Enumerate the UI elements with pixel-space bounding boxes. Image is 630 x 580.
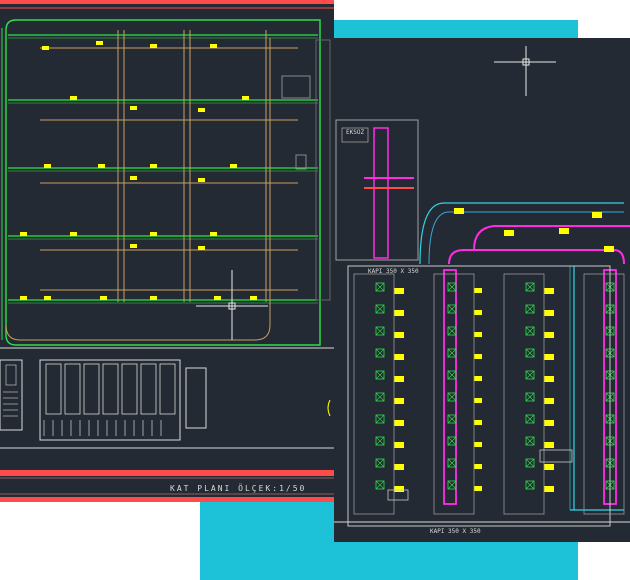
diffuser-tag (474, 354, 482, 359)
red-title-band-bottom (0, 497, 334, 502)
air-diffuser-tag (42, 46, 49, 50)
diffuser-tag (454, 208, 464, 214)
diffuser-tag (544, 398, 554, 404)
diffuser-tag (544, 420, 554, 426)
air-diffuser-tag (20, 296, 27, 300)
diffuser-tag (544, 376, 554, 382)
left-floor-plan-drawing (0, 0, 334, 502)
air-diffuser-tag (130, 244, 137, 248)
air-diffuser-tag (96, 41, 103, 45)
air-diffuser-tag (150, 232, 157, 236)
diffuser-tag (544, 442, 554, 448)
tan-duct-loop (5, 38, 271, 341)
diffuser-tag (394, 288, 404, 294)
legend-stamp (5, 364, 17, 386)
diffuser-tag (544, 332, 554, 338)
diffuser-tag (474, 420, 482, 425)
diffuser-tag (559, 228, 569, 234)
air-diffuser-tag (100, 296, 107, 300)
air-diffuser-tag (210, 44, 217, 48)
right-floor-plan-panel[interactable]: EKSOZ KAPI 350 X 350 KAPI 350 X 350 (334, 38, 630, 542)
diffuser-tag (544, 486, 554, 492)
left-floor-plan-panel[interactable]: KAT PLANI ÖLÇEK:1/50 (0, 0, 334, 502)
air-diffuser-tag (130, 176, 137, 180)
diffuser-tag (394, 486, 404, 492)
diffuser-tag (604, 246, 614, 252)
diffuser-tag (394, 310, 404, 316)
air-diffuser-tag (150, 164, 157, 168)
legend-box (0, 359, 23, 431)
diffuser-tag (394, 464, 404, 470)
locker-cell (83, 363, 100, 415)
diffuser-tag (474, 310, 482, 315)
air-diffuser-tag (198, 246, 205, 250)
diffuser-tag (592, 212, 602, 218)
air-diffuser-tag (70, 232, 77, 236)
desk (539, 449, 573, 463)
diffuser-tag (394, 376, 404, 382)
air-diffuser-tag (44, 164, 51, 168)
air-diffuser-tag (230, 164, 237, 168)
air-diffuser-tag (242, 96, 249, 100)
right-wall (315, 39, 331, 301)
diffuser-tag (474, 486, 482, 491)
room-label-eksoz: EKSOZ (346, 129, 365, 136)
right-floor-plan-drawing (334, 46, 630, 527)
locker-cell (159, 363, 176, 415)
top-red-band (0, 0, 334, 4)
diffuser-tag (474, 288, 482, 293)
air-diffuser-tag (198, 108, 205, 112)
locker-cell (64, 363, 81, 415)
room-label-kapi-bottom: KAPI 350 X 350 (430, 528, 481, 535)
diffuser-tag (394, 354, 404, 360)
diffuser-tag (504, 230, 514, 236)
diffuser-tag (474, 376, 482, 381)
locker-cell (121, 363, 138, 415)
bay-wall (353, 273, 395, 515)
diffuser-tag (394, 442, 404, 448)
air-diffuser-tag (44, 296, 51, 300)
air-diffuser-tag (150, 44, 157, 48)
room-label-kapi-left: KAPI 350 X 350 (368, 268, 419, 275)
air-diffuser-tag (150, 296, 157, 300)
diffuser-tag (474, 464, 482, 469)
diffuser-tag (394, 332, 404, 338)
diffuser-tag (544, 464, 554, 470)
air-diffuser-tag (130, 106, 137, 110)
diffuser-tag (544, 310, 554, 316)
diffuser-tag (544, 288, 554, 294)
air-diffuser-tag (70, 96, 77, 100)
diffuser-tag (394, 398, 404, 404)
diffuser-tag (474, 442, 482, 447)
equipment-box (295, 154, 307, 170)
red-title-band-top (0, 470, 334, 476)
diffuser-tag (474, 332, 482, 337)
side-room (185, 367, 207, 429)
magenta-riser-duct (373, 127, 389, 259)
bay-wall (503, 273, 545, 515)
floor-plan-title: KAT PLANI ÖLÇEK:1/50 (170, 484, 307, 493)
locker-cell (140, 363, 157, 415)
equipment-room (281, 75, 311, 99)
diffuser-tag (544, 354, 554, 360)
air-diffuser-tag (98, 164, 105, 168)
mechanical-room (335, 119, 419, 261)
blue-duct (428, 211, 624, 265)
magenta-main-duct (448, 249, 625, 265)
bay-wall (433, 273, 475, 515)
air-diffuser-tag (214, 296, 221, 300)
locker-cell (102, 363, 119, 415)
diffuser-tag (474, 398, 482, 403)
air-diffuser-tag (20, 232, 27, 236)
diffuser-tag (394, 420, 404, 426)
yellow-arc (327, 399, 331, 417)
locker-cell (45, 363, 62, 415)
air-diffuser-tag (198, 178, 205, 182)
air-diffuser-tag (250, 296, 257, 300)
air-diffuser-tag (210, 232, 217, 236)
